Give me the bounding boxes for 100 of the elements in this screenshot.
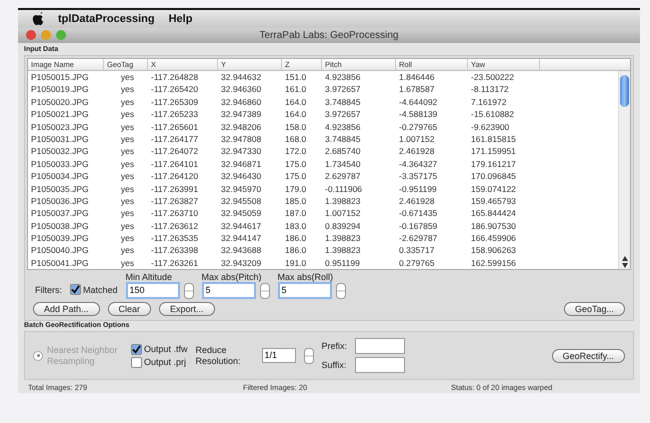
table-cell-text: -117.263261 <box>150 256 200 270</box>
field-label: Suffix: <box>322 360 348 370</box>
table-cell-text: 0.335717 <box>398 244 436 257</box>
table-cell-text: 186.0 <box>284 244 308 257</box>
table-cell-text: -23.500222 <box>470 71 516 84</box>
table-cell-text: -117.265601 <box>150 120 200 133</box>
table-cell-text: 183.0 <box>284 220 308 232</box>
table-cell-text: 1.398823 <box>324 244 362 257</box>
table-cell-text: P1050015.JPG <box>30 71 90 84</box>
table-cell-text: -117.263827 <box>150 194 200 208</box>
checkmark-icon <box>71 285 80 294</box>
table-cell-text: yes <box>120 194 136 208</box>
table-cell-text: yes <box>120 145 136 158</box>
prefix-field[interactable] <box>354 338 405 354</box>
scroll-thumb[interactable] <box>620 75 629 107</box>
table-cell-text: 3.972657 <box>324 108 362 121</box>
table-cell-text: 175.0 <box>284 158 308 170</box>
menu-item[interactable]: Help <box>168 13 192 25</box>
table-cell-text: P1050041.JPG <box>30 256 90 270</box>
table-cell-text: 158.0 <box>284 120 308 133</box>
table-cell-text: -117.264177 <box>150 132 200 146</box>
table-cell-text: yes <box>120 256 136 270</box>
table-cell-text: 151.0 <box>284 71 308 84</box>
table-cell-text: -9.623900 <box>470 120 510 133</box>
field-label: Reduce Resolution: <box>196 344 242 367</box>
table-cell-text: P1050021.JPG <box>30 108 90 121</box>
table-cell-text: 179.161217 <box>470 158 517 170</box>
table-cell-text: -0.111906 <box>324 182 364 195</box>
field-label: Max abs(Roll) <box>278 272 334 282</box>
close-button[interactable] <box>26 30 36 40</box>
app-menu[interactable]: tplDataProcessing <box>58 13 155 25</box>
table-cell-text: P1050039.JPG <box>30 232 90 244</box>
table-cell-text: 164.0 <box>284 96 308 108</box>
table-cell-text: -117.264828 <box>150 71 200 84</box>
table-cell-text: 32.947330 <box>220 145 262 158</box>
zoom-button[interactable] <box>56 30 66 40</box>
table-cell-text: P1050037.JPG <box>30 207 90 220</box>
stepper[interactable] <box>336 282 346 299</box>
resolution-field[interactable]: 1/1 <box>262 348 296 364</box>
table-cell-text: -117.264072 <box>150 145 200 158</box>
table-cell-text: 4.923856 <box>324 71 362 84</box>
table-cell-text: 2.629787 <box>324 170 362 183</box>
table-cell-text: 3.972657 <box>324 83 362 96</box>
table-cell-text: -4.588139 <box>398 108 438 121</box>
action-button[interactable]: Export... <box>159 302 215 316</box>
table-cell-text: P1050034.JPG <box>30 170 90 183</box>
geotag-button[interactable]: GeoTag... <box>564 302 625 316</box>
table-cell-text: 171.159951 <box>470 145 517 158</box>
table-cell-text: 179.0 <box>284 182 308 195</box>
scroll-up-icon[interactable] <box>622 256 628 262</box>
table-cell-text: 1.007152 <box>324 207 362 220</box>
table-cell-text: 0.839294 <box>324 220 362 232</box>
input-field[interactable]: 5 <box>278 282 332 300</box>
apple-icon[interactable] <box>32 12 44 26</box>
table-cell-text: 32.946871 <box>220 158 262 170</box>
table-cell-text: yes <box>120 182 136 195</box>
table-cell-text: -2.629787 <box>398 232 438 244</box>
table-cell-text: -0.167859 <box>398 220 438 232</box>
scroll-bar[interactable] <box>618 71 630 270</box>
input-field[interactable]: 5 <box>202 282 256 300</box>
table-cell-text: 175.0 <box>284 170 308 183</box>
output-checkbox[interactable]: Output .prj <box>131 356 188 368</box>
table-cell-text: 32.946430 <box>220 170 262 183</box>
table-cell-text: P1050033.JPG <box>30 158 90 170</box>
table-cell-text: 32.948206 <box>220 120 262 133</box>
minimize-button[interactable] <box>41 30 51 40</box>
table-cell-text: 186.0 <box>284 232 308 244</box>
table-cell-text: 159.074122 <box>470 182 517 195</box>
action-button[interactable]: Clear <box>108 302 152 316</box>
table-cell-text: 1.398823 <box>324 194 362 208</box>
table-cell-text: 32.945970 <box>220 182 262 195</box>
table-cell-text: 164.0 <box>284 108 308 121</box>
table-cell-text: -117.264101 <box>150 158 200 170</box>
table-cell-text: 191.0 <box>284 256 308 270</box>
table-cell-text: yes <box>120 108 136 121</box>
table-cell-text: -117.263612 <box>150 220 200 232</box>
table-cell-text: 1.007152 <box>398 132 436 146</box>
stepper[interactable] <box>184 282 194 299</box>
input-field[interactable]: 150 <box>126 282 180 300</box>
table-cell-text: -3.357175 <box>398 170 438 183</box>
table-cell-text: 0.279765 <box>398 256 436 270</box>
output-checkbox[interactable]: Output .tfw <box>131 344 188 355</box>
table-cell-text: -117.263710 <box>150 207 200 220</box>
table-cell-text: 161.0 <box>284 83 308 96</box>
suffix-field[interactable] <box>354 357 405 374</box>
matched-checkbox[interactable]: Matched <box>70 284 118 296</box>
scroll-down-icon[interactable] <box>622 263 628 268</box>
table-cell-text: P1050035.JPG <box>30 182 90 195</box>
stepper[interactable] <box>260 282 270 299</box>
action-button[interactable]: Add Path... <box>33 302 100 316</box>
table-cell-text: 3.748845 <box>324 132 362 146</box>
table-cell-text: -0.951199 <box>398 182 438 195</box>
stepper[interactable] <box>304 348 314 364</box>
georectify-button[interactable]: GeoRectify... <box>552 348 625 363</box>
table-cell-text: 161.815815 <box>470 132 517 146</box>
table-cell-text: P1050023.JPG <box>30 120 90 133</box>
table-cell-text: 32.943209 <box>220 256 262 270</box>
table-cell-text: 159.465793 <box>470 194 517 208</box>
table-cell-text: 165.844424 <box>470 207 517 220</box>
table-cell-text: 0.951199 <box>324 256 361 270</box>
